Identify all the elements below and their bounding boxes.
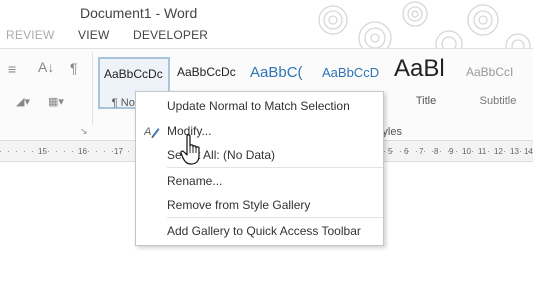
tab-review[interactable]: REVIEW xyxy=(6,28,55,42)
style-name: Title xyxy=(415,95,437,107)
ruler-number: 12 xyxy=(494,147,503,156)
style-name: Subtitle xyxy=(479,95,517,107)
menu-item-label: Rename... xyxy=(167,174,223,188)
ruler-number: 8 xyxy=(434,147,439,156)
menu-item-label: Remove from Style Gallery xyxy=(167,198,311,212)
tab-view[interactable]: VIEW xyxy=(78,28,109,42)
ribbon-tabs: REVIEW VIEW DEVELOPER xyxy=(0,26,533,48)
style-preview: AaBbCcI xyxy=(466,65,514,79)
ruler-number: 7 xyxy=(419,147,424,156)
modify-style-icon: A xyxy=(144,126,160,138)
ruler-number: 11 xyxy=(478,147,487,156)
menu-item-rename[interactable]: Rename... xyxy=(136,169,383,193)
menu-item-label: Update Normal to Match Selection xyxy=(167,99,350,113)
style-preview: AaBbC( xyxy=(250,64,303,81)
menu-item-remove-from-gallery[interactable]: Remove from Style Gallery xyxy=(136,193,383,217)
ruler-number: 5 xyxy=(388,147,393,156)
shading-icon[interactable]: ◢▾ xyxy=(16,95,30,108)
ruler-number: 6 xyxy=(404,147,409,156)
group-divider xyxy=(92,53,93,125)
menu-item-label: Add Gallery to Quick Access Toolbar xyxy=(167,224,361,238)
tab-developer[interactable]: DEVELOPER xyxy=(133,28,208,42)
show-formatting-marks-icon[interactable]: ¶ xyxy=(70,60,78,76)
multilevel-list-icon[interactable]: ≡ xyxy=(8,61,16,77)
ruler-number: 15 xyxy=(38,147,47,156)
hand-pointer-icon xyxy=(180,134,200,165)
menu-item-modify[interactable]: A Modify... xyxy=(136,119,383,143)
sort-icon[interactable]: A↓ xyxy=(38,59,54,75)
ruler-number: 10 xyxy=(462,147,471,156)
style-subtitle[interactable]: AaBbCcI Subtitle xyxy=(462,57,533,109)
style-title[interactable]: AaBl Title xyxy=(390,55,462,109)
style-preview: AaBbCcDc xyxy=(177,65,236,79)
ruler-number: 13 xyxy=(510,147,519,156)
menu-item-update-normal[interactable]: Update Normal to Match Selection xyxy=(136,94,383,118)
style-preview: AaBl xyxy=(394,55,445,82)
ruler-number: 9 xyxy=(449,147,454,156)
svg-text:A: A xyxy=(144,126,151,138)
menu-separator xyxy=(167,217,383,218)
menu-separator xyxy=(167,167,383,168)
style-preview: AaBbCcD xyxy=(322,65,380,80)
window-title: Document1 - Word xyxy=(80,5,198,21)
ruler-number: 14 xyxy=(524,147,533,156)
style-context-menu: Update Normal to Match Selection A Modif… xyxy=(135,91,384,246)
ruler-number: 17 xyxy=(114,147,123,156)
borders-icon[interactable]: ▦▾ xyxy=(48,95,64,108)
ruler-number: 16 xyxy=(78,147,87,156)
paragraph-dialog-launcher-icon[interactable]: ↘ xyxy=(80,126,88,137)
menu-item-select-all[interactable]: Select All: (No Data) xyxy=(136,143,383,167)
style-preview: AaBbCcDc xyxy=(104,67,163,81)
menu-item-add-gallery-to-qat[interactable]: Add Gallery to Quick Access Toolbar xyxy=(136,219,383,243)
